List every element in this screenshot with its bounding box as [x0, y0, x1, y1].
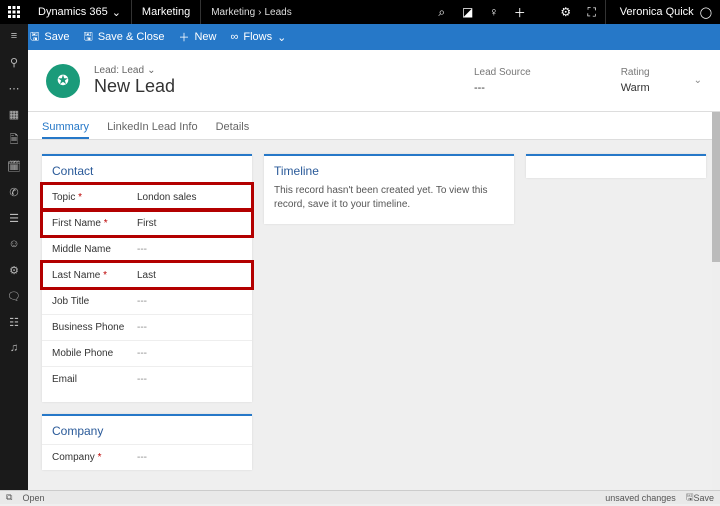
field-email[interactable]: Email --- — [42, 366, 252, 392]
section-title: Company — [42, 416, 252, 444]
chevron-down-icon: ⌄ — [112, 6, 121, 19]
section-title: Timeline — [264, 156, 514, 184]
user-menu[interactable]: Veronica Quick ◯ — [605, 0, 720, 24]
field-topic[interactable]: Topic * London sales — [42, 184, 252, 210]
site-map: ≡ ⚲ ⋯ ▦ 🗎 🗓 ✆ ☰ ☺ ⚙ 🗨 ☷ ♫ — [0, 24, 28, 490]
phone-icon[interactable]: ✆ — [4, 184, 24, 200]
chat-icon[interactable]: 🗨 — [4, 288, 24, 304]
company-section: Company Company * --- — [42, 414, 252, 470]
save-footer-button[interactable]: Save — [693, 493, 714, 503]
entity-icon: ✪ — [46, 64, 80, 98]
contact-section: Contact Topic * London sales First Name … — [42, 154, 252, 402]
section-title: Contact — [42, 156, 252, 184]
flow-icon: ∞ — [231, 31, 239, 43]
task-icon[interactable]: ◪ — [455, 0, 481, 24]
calendar-icon[interactable]: 🗓 — [4, 158, 24, 174]
global-nav: Dynamics 365 ⌄ Marketing Marketing › Lea… — [0, 0, 720, 24]
field-jobtitle[interactable]: Job Title --- — [42, 288, 252, 314]
command-bar: 🖫Save 🖫Save & Close ＋New ∞Flows⌄ — [0, 24, 720, 50]
field-firstname[interactable]: First Name * First — [42, 210, 252, 236]
app-launcher[interactable] — [0, 0, 28, 24]
field-mobilephone[interactable]: Mobile Phone --- — [42, 340, 252, 366]
dashboard-icon[interactable]: ▦ — [4, 106, 24, 122]
add-icon[interactable]: ＋ — [507, 0, 533, 24]
person-icon: ◯ — [700, 6, 712, 19]
menu-icon[interactable]: ≡ — [4, 28, 24, 44]
queue-icon[interactable]: ☷ — [4, 314, 24, 330]
save-close-button[interactable]: 🖫Save & Close — [83, 28, 164, 47]
form-selector[interactable]: Lead: Lead ⌄ — [94, 65, 175, 76]
file-icon[interactable]: 🗎 — [4, 132, 24, 148]
status-label: Open — [22, 493, 44, 503]
record-title: New Lead — [94, 76, 175, 97]
header-field-leadsource[interactable]: Lead Source --- — [474, 67, 531, 94]
settings-icon[interactable]: ⚙ — [553, 0, 579, 24]
field-lastname[interactable]: Last Name * Last — [42, 262, 252, 288]
tab-details[interactable]: Details — [216, 121, 250, 139]
more-icon[interactable]: ⋯ — [4, 80, 24, 96]
pin-icon[interactable]: ⚲ — [4, 54, 24, 70]
tab-linkedin[interactable]: LinkedIn Lead Info — [107, 121, 198, 139]
unsaved-label: unsaved changes — [605, 493, 676, 503]
form-body: Contact Topic * London sales First Name … — [28, 140, 720, 490]
form-tabs: Summary LinkedIn Lead Info Details — [28, 112, 720, 140]
breadcrumb[interactable]: Marketing › Leads — [201, 7, 302, 18]
popout-icon[interactable]: ⧉ — [6, 492, 12, 503]
assistant-icon[interactable]: ♀ — [481, 0, 507, 24]
record-header: ✪ Lead: Lead ⌄ New Lead Lead Source --- … — [28, 50, 720, 112]
plus-icon: ＋ — [178, 29, 189, 45]
brand-switcher[interactable]: Dynamics 365 ⌄ — [28, 0, 132, 24]
save-close-icon: 🖫 — [83, 28, 92, 47]
settings-rail-icon[interactable]: ⚙ — [4, 262, 24, 278]
field-company[interactable]: Company * --- — [42, 444, 252, 470]
form-icon[interactable]: ☰ — [4, 210, 24, 226]
save-button[interactable]: 🖫Save — [30, 28, 69, 47]
field-middlename[interactable]: Middle Name --- — [42, 236, 252, 262]
timeline-empty-message: This record hasn't been created yet. To … — [264, 184, 514, 222]
save-icon: 🖫 — [30, 28, 39, 47]
field-businessphone[interactable]: Business Phone --- — [42, 314, 252, 340]
headset-icon[interactable]: ♫ — [4, 340, 24, 356]
breadcrumb-root: Marketing — [211, 7, 255, 18]
timeline-section: Timeline This record hasn't been created… — [264, 154, 514, 224]
save-footer-icon[interactable]: 🖫 — [686, 490, 694, 506]
app-name[interactable]: Marketing — [132, 0, 201, 24]
brand-label: Dynamics 365 — [38, 6, 108, 18]
search-icon[interactable]: ⌕ — [429, 0, 455, 24]
scrollbar[interactable] — [712, 112, 720, 490]
chevron-down-icon: ⌄ — [147, 65, 155, 76]
fullscreen-icon[interactable]: ⛶ — [579, 0, 605, 24]
chevron-down-icon: ⌄ — [277, 31, 286, 44]
status-bar: ⧉ Open unsaved changes 🖫 Save — [0, 490, 720, 504]
chevron-right-icon: › — [258, 7, 261, 18]
tab-summary[interactable]: Summary — [42, 121, 89, 139]
new-button[interactable]: ＋New — [178, 29, 216, 45]
expand-header-icon[interactable]: ⌄ — [694, 75, 702, 86]
related-panel — [526, 154, 706, 178]
main-content: ✪ Lead: Lead ⌄ New Lead Lead Source --- … — [28, 50, 720, 490]
breadcrumb-leaf: Leads — [264, 7, 291, 18]
header-field-rating[interactable]: Rating Warm — [621, 67, 650, 94]
contact-icon[interactable]: ☺ — [4, 236, 24, 252]
flows-button[interactable]: ∞Flows⌄ — [231, 31, 287, 44]
user-name: Veronica Quick — [620, 6, 694, 18]
